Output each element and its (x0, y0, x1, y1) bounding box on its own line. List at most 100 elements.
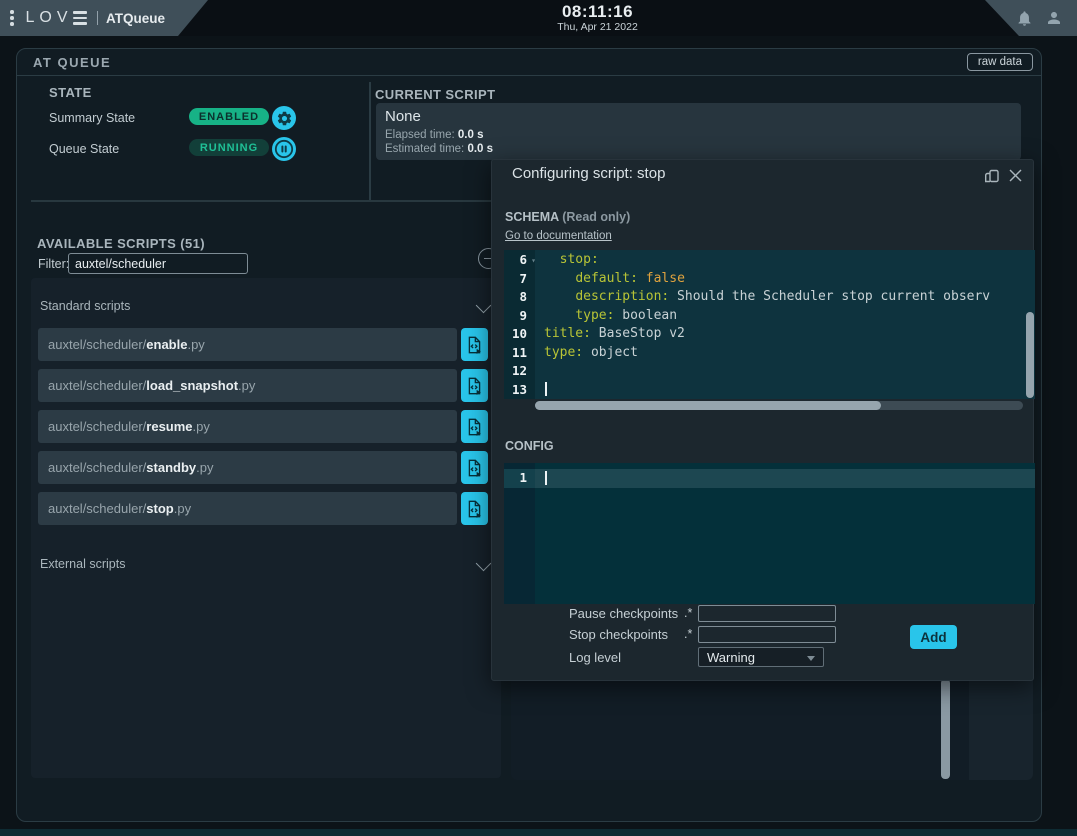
launch-script-button[interactable] (461, 492, 488, 525)
schema-code-line[interactable]: 10title: BaseStop v2 (504, 325, 1035, 344)
schema-label-text: SCHEMA (505, 210, 559, 224)
code-token: BaseStop v2 (591, 326, 685, 341)
log-level-value: Warning (707, 650, 755, 665)
summary-state-label: Summary State (49, 111, 135, 125)
filter-input[interactable] (68, 253, 248, 274)
config-editor[interactable]: 1 (504, 463, 1035, 604)
script-path: auxtel/scheduler/ (48, 501, 146, 516)
line-number: 6▾ (504, 251, 535, 270)
external-scripts-header[interactable]: External scripts (40, 557, 125, 571)
fold-chevron-icon[interactable]: ▾ (531, 252, 536, 271)
elapsed-time-label: Elapsed time: (385, 129, 455, 141)
schema-readonly-note: (Read only) (562, 210, 630, 224)
launch-script-icon (466, 417, 483, 437)
script-row[interactable]: auxtel/scheduler/enable.py (38, 328, 457, 361)
code-token: Should the Scheduler stop current observ (669, 289, 990, 304)
close-icon (1008, 168, 1023, 183)
code-token: false (638, 271, 685, 286)
select-chevron-down-icon (807, 656, 815, 661)
script-name: standby (146, 460, 196, 475)
love-logo: LOV (26, 9, 73, 27)
clock: 08:11:16 Thu, Apr 21 2022 (540, 3, 655, 33)
code-token (544, 271, 575, 286)
pause-checkpoints-input[interactable] (698, 605, 836, 622)
available-scripts-title: AVAILABLE SCRIPTS (51) (37, 236, 205, 251)
script-ext: .py (238, 378, 255, 393)
schema-code-line[interactable]: 6▾ stop: (504, 251, 1035, 270)
logo-divider (97, 11, 99, 25)
schema-code-line[interactable]: 9 type: boolean (504, 307, 1035, 326)
pause-queue-button[interactable] (272, 137, 296, 161)
notifications-bell-icon[interactable] (1016, 10, 1033, 27)
estimated-time-value: 0.0 s (467, 143, 493, 155)
stop-checkpoints-input[interactable] (698, 626, 836, 643)
schema-code-line[interactable]: 7 default: false (504, 270, 1035, 289)
schema-code-line[interactable]: 12 (504, 362, 1035, 381)
filter-label: Filter: (38, 257, 69, 271)
schema-code-line[interactable]: 11type: object (504, 344, 1035, 363)
top-bar: LOV ATQueue 08:11:16 Thu, Apr 21 2022 (0, 0, 1077, 36)
go-to-documentation-link[interactable]: Go to documentation (505, 230, 612, 242)
line-number: 7 (504, 270, 535, 289)
schema-editor[interactable]: 6▾ stop:7 default: false8 description: S… (504, 250, 1035, 399)
script-ext: .py (174, 501, 191, 516)
script-row[interactable]: auxtel/scheduler/standby.py (38, 451, 457, 484)
schema-horizontal-scrollbar-thumb[interactable] (535, 401, 881, 410)
schema-label: SCHEMA (Read only) (505, 210, 630, 224)
screen: LOV ATQueue 08:11:16 Thu, Apr 21 2022 AT… (0, 0, 1077, 836)
code-token: boolean (614, 308, 677, 323)
config-code-line[interactable]: 1 (504, 469, 1035, 488)
queue-state-label: Queue State (49, 142, 119, 156)
script-path: auxtel/scheduler/ (48, 460, 146, 475)
launch-script-button[interactable] (461, 369, 488, 402)
standard-scripts-chevron-down-icon[interactable] (476, 298, 492, 314)
schema-vertical-scrollbar[interactable] (1026, 312, 1034, 398)
script-path: auxtel/scheduler/ (48, 337, 146, 352)
launch-script-icon (466, 376, 483, 396)
line-number: 10 (504, 325, 535, 344)
raw-data-button[interactable]: raw data (967, 53, 1033, 71)
app-name: ATQueue (106, 11, 165, 26)
menu-kebab-icon[interactable] (10, 10, 14, 26)
script-row[interactable]: auxtel/scheduler/stop.py (38, 492, 457, 525)
schema-horizontal-scrollbar[interactable] (535, 401, 1023, 410)
add-button[interactable]: Add (910, 625, 957, 649)
launch-script-button[interactable] (461, 328, 488, 361)
line-number: 8 (504, 288, 535, 307)
pause-icon (272, 137, 296, 161)
script-row[interactable]: auxtel/scheduler/resume.py (38, 410, 457, 443)
stop-checkpoints-regex: .* (684, 627, 692, 641)
launch-script-icon (466, 458, 483, 478)
script-name: load_snapshot (146, 378, 238, 393)
code-token: type: (575, 308, 614, 323)
code-token (544, 308, 575, 323)
script-name: enable (146, 337, 187, 352)
schema-code-line[interactable]: 13 (504, 381, 1035, 400)
launch-script-button[interactable] (461, 451, 488, 484)
current-script-card: None Elapsed time: 0.0 s Estimated time:… (376, 103, 1021, 160)
top-bar-right (985, 0, 1077, 36)
code-token: object (583, 345, 638, 360)
log-level-select[interactable]: Warning (698, 647, 824, 667)
code-token: type: (544, 345, 583, 360)
standard-scripts-header[interactable]: Standard scripts (40, 299, 130, 313)
modal-title: Configuring script: stop (512, 165, 665, 182)
text-cursor (545, 471, 547, 485)
user-icon[interactable] (1045, 9, 1063, 27)
pause-checkpoints-label: Pause checkpoints (569, 606, 681, 621)
external-scripts-chevron-down-icon[interactable] (476, 556, 492, 572)
queue-scrollbar[interactable] (941, 679, 950, 779)
schema-code-line[interactable]: 8 description: Should the Scheduler stop… (504, 288, 1035, 307)
script-row[interactable]: auxtel/scheduler/load_snapshot.py (38, 369, 457, 402)
state-divider (369, 82, 371, 201)
configure-script-modal: Configuring script: stop SCHEMA (Read on… (491, 159, 1034, 681)
launch-script-button[interactable] (461, 410, 488, 443)
current-script-name: None (385, 108, 421, 125)
detach-window-button[interactable] (983, 167, 1001, 188)
summary-state-settings-button[interactable] (272, 106, 296, 130)
queue-state-badge: RUNNING (189, 139, 269, 156)
code-text (535, 362, 544, 381)
script-name: stop (146, 501, 173, 516)
close-modal-button[interactable] (1008, 168, 1023, 186)
line-number: 1 (504, 469, 535, 488)
